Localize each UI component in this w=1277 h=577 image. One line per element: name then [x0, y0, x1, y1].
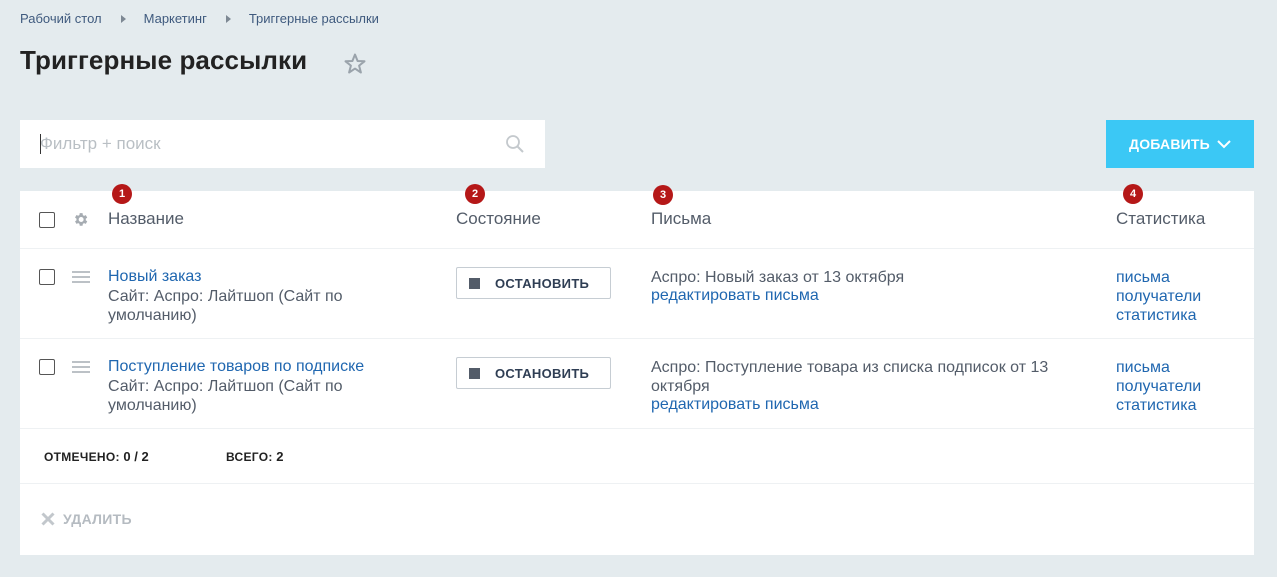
letter-title: Аспро: Новый заказ от 13 октября	[651, 269, 905, 286]
edit-letters-link[interactable]: редактировать письма	[651, 396, 819, 414]
stop-button-label: ОСТАНОВИТЬ	[495, 365, 590, 381]
breadcrumb-marketing[interactable]: Маркетинг	[144, 11, 207, 26]
breadcrumb-trigger-mailings[interactable]: Триггерные рассылки	[249, 11, 379, 26]
column-badge: 1	[112, 184, 132, 204]
star-icon[interactable]	[343, 52, 367, 76]
page-title: Триггерные рассылки	[20, 45, 308, 75]
stop-button-label: ОСТАНОВИТЬ	[495, 275, 590, 291]
row-checkbox[interactable]	[39, 359, 55, 375]
add-button[interactable]: ДОБАВИТЬ	[1106, 120, 1254, 168]
mailing-name-link[interactable]: Поступление товаров по подписке	[108, 358, 364, 376]
column-badge: 2	[465, 184, 485, 204]
column-statistics[interactable]: 4 Статистика	[1116, 184, 1206, 229]
column-label: Состояние	[456, 209, 541, 228]
stat-recipients-link[interactable]: получатели	[1116, 377, 1201, 396]
select-all-checkbox[interactable]	[39, 212, 55, 228]
stat-statistics-link[interactable]: статистика	[1116, 396, 1196, 415]
table-row: Новый заказ Сайт: Аспро: Лайтшоп (Сайт п…	[20, 249, 1254, 339]
chevron-right-icon	[225, 14, 231, 23]
stat-letters-link[interactable]: письма	[1116, 358, 1170, 377]
total-count: ВСЕГО: 2	[226, 449, 284, 464]
text-cursor	[40, 134, 41, 154]
mailing-site: Сайт: Аспро: Лайтшоп (Сайт по умолчанию)	[108, 378, 343, 414]
table-header: 1 Название 2 Состояние 3 Письма 4 Статис…	[20, 184, 1254, 249]
stat-recipients-link[interactable]: получатели	[1116, 287, 1201, 306]
row-checkbox[interactable]	[39, 269, 55, 285]
stop-button[interactable]: ОСТАНОВИТЬ	[456, 267, 611, 299]
mailing-name-link[interactable]: Новый заказ	[108, 268, 201, 286]
breadcrumb: Рабочий стол Маркетинг Триггерные рассыл…	[20, 11, 379, 26]
breadcrumb-desktop[interactable]: Рабочий стол	[20, 11, 102, 26]
table-summary: ОТМЕЧЕНО: 0 / 2 ВСЕГО: 2	[20, 429, 1254, 484]
drag-handle-icon[interactable]	[72, 271, 90, 283]
mailing-site: Сайт: Аспро: Лайтшоп (Сайт по умолчанию)	[108, 288, 343, 324]
column-badge: 4	[1123, 184, 1143, 204]
column-name[interactable]: 1 Название	[108, 184, 184, 229]
search-input[interactable]	[20, 120, 545, 168]
stat-letters-link[interactable]: письма	[1116, 268, 1170, 287]
search-icon[interactable]	[505, 134, 525, 154]
mailings-table: 1 Название 2 Состояние 3 Письма 4 Статис…	[20, 184, 1254, 555]
selected-count: ОТМЕЧЕНО: 0 / 2	[44, 449, 149, 464]
stat-statistics-link[interactable]: статистика	[1116, 306, 1196, 325]
total-label: ВСЕГО:	[226, 450, 273, 464]
table-row: Поступление товаров по подписке Сайт: Ас…	[20, 339, 1254, 429]
selected-label: ОТМЕЧЕНО:	[44, 450, 120, 464]
search-box	[20, 120, 545, 168]
chevron-down-icon	[1217, 140, 1231, 149]
stop-button[interactable]: ОСТАНОВИТЬ	[456, 357, 611, 389]
column-label: Статистика	[1116, 209, 1206, 228]
column-state[interactable]: 2 Состояние	[456, 184, 541, 229]
add-button-label: ДОБАВИТЬ	[1129, 136, 1210, 152]
column-badge: 3	[653, 185, 673, 205]
delete-button[interactable]: УДАЛИТЬ	[40, 511, 132, 527]
edit-letters-link[interactable]: редактировать письма	[651, 287, 819, 305]
stop-icon	[469, 367, 480, 379]
total-value: 2	[276, 449, 284, 464]
delete-label: УДАЛИТЬ	[63, 511, 132, 527]
drag-handle-icon[interactable]	[72, 361, 90, 373]
selected-value: 0 / 2	[123, 449, 149, 464]
stop-icon	[469, 277, 480, 289]
column-label: Название	[108, 209, 184, 228]
gear-icon[interactable]	[72, 211, 89, 228]
letter-title: Аспро: Поступление товара из списка подп…	[651, 359, 1049, 395]
chevron-right-icon	[120, 14, 126, 23]
close-icon	[41, 512, 55, 526]
column-label: Письма	[651, 209, 712, 228]
column-letters[interactable]: 3 Письма	[651, 185, 712, 229]
